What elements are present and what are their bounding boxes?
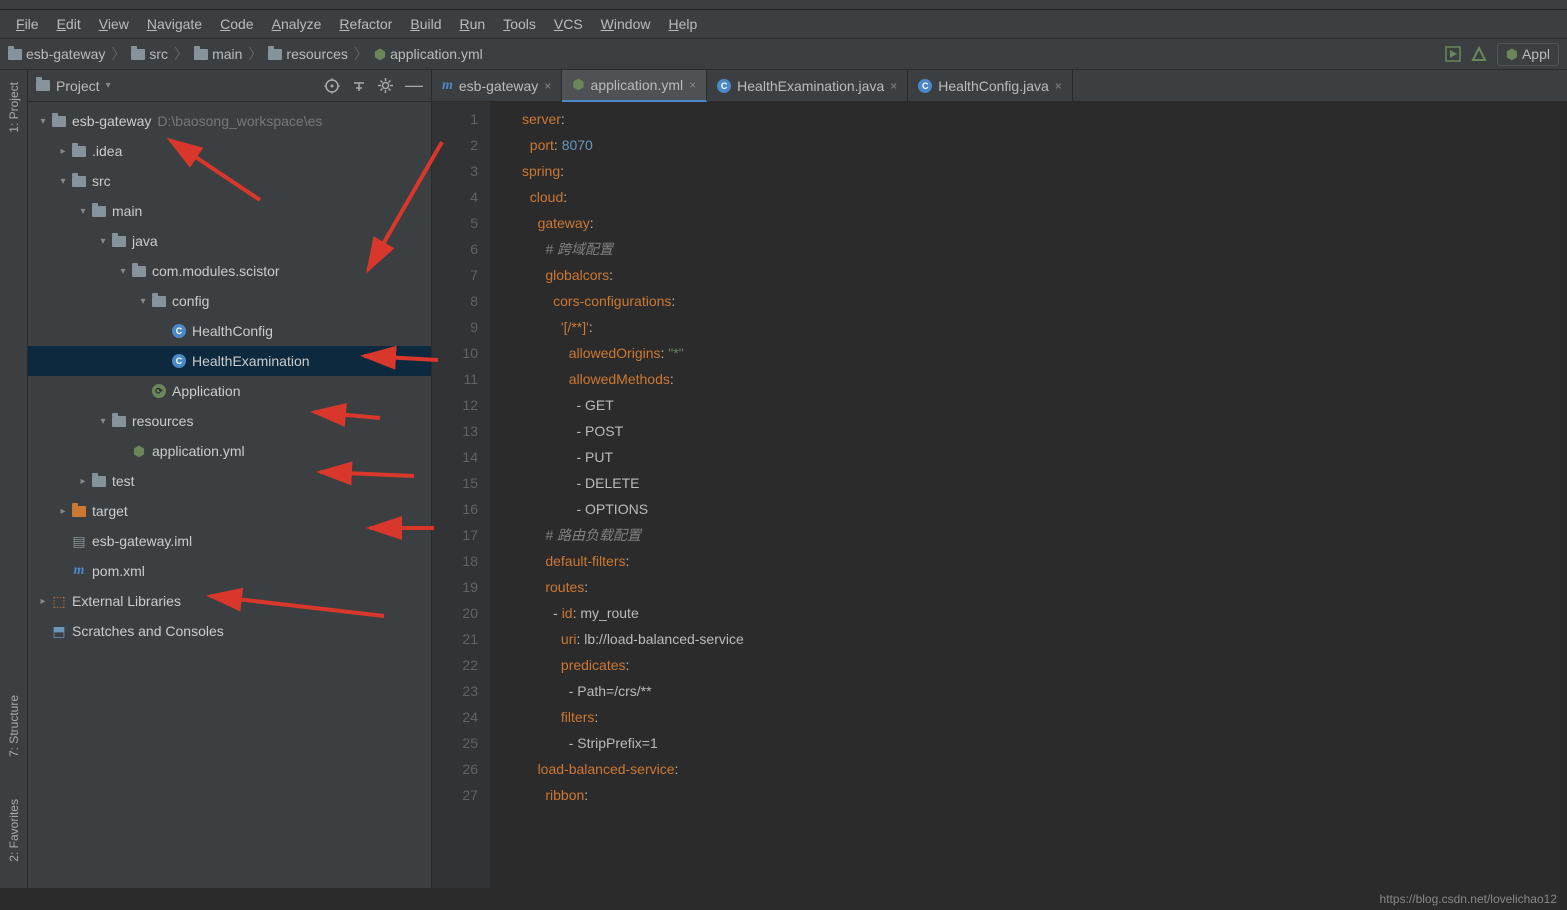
sidebar-header: Project ▾ — — [28, 70, 431, 102]
breadcrumbs: esb-gateway〉src〉main〉resources〉⬢applicat… — [8, 44, 483, 64]
close-icon[interactable]: × — [1055, 79, 1062, 93]
tree-item-com-modules-scistor[interactable]: ▾com.modules.scistor — [28, 256, 431, 286]
tree-item-scratches-and-consoles[interactable]: ⬒Scratches and Consoles — [28, 616, 431, 646]
tree-item-healthconfig[interactable]: CHealthConfig — [28, 316, 431, 346]
chevron-down-icon[interactable]: ▾ — [106, 80, 111, 91]
code-editor[interactable]: 1234567891011121314151617181920212223242… — [432, 102, 1567, 888]
gear-icon[interactable] — [378, 78, 393, 93]
sidebar-title[interactable]: Project — [56, 78, 100, 94]
tab-esb-gateway[interactable]: mesb-gateway× — [432, 70, 562, 102]
hide-icon[interactable]: — — [405, 75, 423, 96]
tool-window-structure[interactable]: 7: Structure — [7, 689, 21, 763]
tab-healthexamination-java[interactable]: CHealthExamination.java× — [707, 70, 908, 102]
tree-item-external-libraries[interactable]: ▸⬚External Libraries — [28, 586, 431, 616]
editor-tabs: mesb-gateway×⬢application.yml×CHealthExa… — [432, 70, 1567, 102]
breadcrumb-item[interactable]: esb-gateway — [8, 46, 105, 62]
menu-tools[interactable]: Tools — [495, 14, 544, 34]
breadcrumb-item[interactable]: resources — [268, 46, 347, 62]
locate-icon[interactable] — [324, 78, 340, 94]
tree-item-pom-xml[interactable]: mpom.xml — [28, 556, 431, 586]
editor-area: mesb-gateway×⬢application.yml×CHealthExa… — [432, 70, 1567, 888]
close-icon[interactable]: × — [689, 78, 696, 92]
project-tree: ▾esb-gatewayD:\baosong_workspace\es▸.ide… — [28, 102, 431, 888]
tab-healthconfig-java[interactable]: CHealthConfig.java× — [908, 70, 1073, 102]
tab-application-yml[interactable]: ⬢application.yml× — [562, 70, 707, 102]
tree-item-application[interactable]: ⟳Application — [28, 376, 431, 406]
title-bar — [0, 0, 1567, 10]
tree-item-config[interactable]: ▾config — [28, 286, 431, 316]
breadcrumb-item[interactable]: main — [194, 46, 242, 62]
run-config-dropdown[interactable]: ⬢Appl — [1497, 43, 1559, 66]
menu-edit[interactable]: Edit — [49, 14, 89, 34]
tree-item-main[interactable]: ▾main — [28, 196, 431, 226]
tool-window-favorites[interactable]: 2: Favorites — [7, 793, 21, 868]
tree-item-java[interactable]: ▾java — [28, 226, 431, 256]
tree-item-test[interactable]: ▸test — [28, 466, 431, 496]
menu-window[interactable]: Window — [593, 14, 659, 34]
close-icon[interactable]: × — [890, 79, 897, 93]
footer-link: https://blog.csdn.net/lovelichao12 — [1380, 888, 1557, 910]
breadcrumb-item[interactable]: ⬢application.yml — [374, 46, 483, 63]
menu-code[interactable]: Code — [212, 14, 261, 34]
build-icon[interactable] — [1471, 46, 1487, 62]
run-dashboard-icon[interactable] — [1445, 46, 1461, 62]
navigation-bar: esb-gateway〉src〉main〉resources〉⬢applicat… — [0, 38, 1567, 70]
tree-item-src[interactable]: ▾src — [28, 166, 431, 196]
menu-build[interactable]: Build — [402, 14, 449, 34]
close-icon[interactable]: × — [544, 79, 551, 93]
tree-item-healthexamination[interactable]: CHealthExamination — [28, 346, 431, 376]
breadcrumb-item[interactable]: src — [131, 46, 168, 62]
tree-item-application-yml[interactable]: ⬢application.yml — [28, 436, 431, 466]
left-gutter: 1: Project 7: Structure 2: Favorites — [0, 70, 28, 888]
menu-file[interactable]: File — [8, 14, 47, 34]
tree-item--idea[interactable]: ▸.idea — [28, 136, 431, 166]
menu-refactor[interactable]: Refactor — [331, 14, 400, 34]
menu-bar: FileEditViewNavigateCodeAnalyzeRefactorB… — [0, 10, 1567, 38]
collapse-all-icon[interactable] — [352, 79, 366, 93]
tree-item-resources[interactable]: ▾resources — [28, 406, 431, 436]
tool-window-project[interactable]: 1: Project — [7, 76, 21, 139]
tree-item-esb-gateway-iml[interactable]: ▤esb-gateway.iml — [28, 526, 431, 556]
menu-vcs[interactable]: VCS — [546, 14, 591, 34]
project-sidebar: Project ▾ — ▾esb-gatewayD:\baosong_works… — [28, 70, 432, 888]
tree-item-target[interactable]: ▸target — [28, 496, 431, 526]
line-gutter: 1234567891011121314151617181920212223242… — [432, 102, 490, 888]
menu-view[interactable]: View — [91, 14, 137, 34]
menu-run[interactable]: Run — [451, 14, 493, 34]
tree-item-esb-gateway[interactable]: ▾esb-gatewayD:\baosong_workspace\es — [28, 106, 431, 136]
menu-analyze[interactable]: Analyze — [264, 14, 330, 34]
menu-help[interactable]: Help — [660, 14, 705, 34]
menu-navigate[interactable]: Navigate — [139, 14, 210, 34]
